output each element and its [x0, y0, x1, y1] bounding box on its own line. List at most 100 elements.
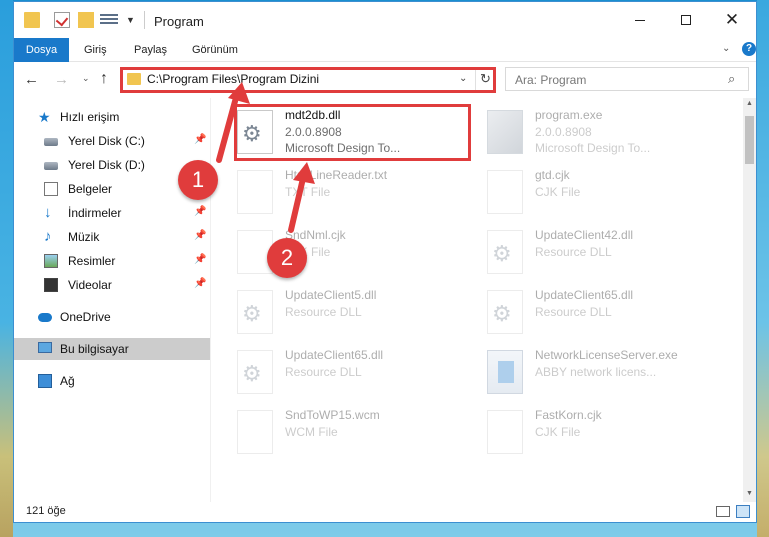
close-button[interactable]: ✕ [709, 2, 755, 38]
sidebar-item-onedrive[interactable]: OneDrive [14, 306, 210, 328]
sidebar-item-videolar[interactable]: Videolar 📌 [14, 274, 210, 296]
file-item[interactable]: SndToWP15.wcm WCM File [233, 404, 473, 460]
file-icon [487, 170, 523, 214]
title-divider [144, 11, 145, 29]
expand-ribbon-icon[interactable]: ⌄ [722, 43, 730, 54]
file-name: FastKorn.cjk [535, 408, 602, 422]
details-view-icon[interactable] [716, 506, 730, 517]
maximize-button[interactable] [663, 2, 709, 38]
tab-gorunum[interactable]: Görünüm [192, 38, 238, 62]
file-item[interactable]: UpdateClient42.dll Resource DLL [483, 224, 723, 280]
scroll-down-icon[interactable]: ▼ [746, 490, 753, 497]
network-icon [38, 374, 52, 388]
tab-dosya[interactable]: Dosya [14, 38, 69, 62]
sidebar-item-label: Yerel Disk (C:) [68, 134, 145, 148]
drive-icon [44, 162, 58, 170]
pin-icon[interactable]: 📌 [194, 278, 206, 289]
properties-check-icon[interactable] [54, 12, 70, 28]
file-item[interactable]: UpdateClient5.dll Resource DLL [233, 284, 473, 340]
file-icon [237, 410, 273, 454]
title-bar: ▼ Program ✕ [14, 2, 756, 38]
sidebar-item-label: Hızlı erişim [60, 110, 120, 124]
minimize-icon [635, 19, 645, 21]
sidebar-item-label: Ağ [60, 374, 75, 388]
up-arrow-icon[interactable]: ↑ [100, 70, 108, 88]
file-name: HtmlLineReader.txt [285, 168, 388, 182]
tab-paylas[interactable]: Paylaş [134, 38, 167, 62]
sidebar-item-resimler[interactable]: Resimler 📌 [14, 250, 210, 272]
dll-file-icon [237, 290, 273, 334]
sidebar-item-label: Yerel Disk (D:) [68, 158, 145, 172]
dll-file-icon [237, 350, 273, 394]
picture-icon [44, 254, 58, 268]
new-folder-icon[interactable] [78, 12, 94, 28]
file-icon [487, 410, 523, 454]
tiles-view-icon[interactable] [736, 505, 750, 518]
search-placeholder[interactable]: Ara: Program [515, 73, 586, 87]
sidebar-item-indirmeler[interactable]: ↓ İndirmeler 📌 [14, 202, 210, 224]
file-type: CJK File [535, 185, 581, 199]
sidebar-item-label: Resimler [68, 254, 116, 268]
desktop-background-left [0, 0, 13, 537]
forward-arrow-icon[interactable]: → [54, 71, 69, 88]
search-icon[interactable]: ⌕ [728, 71, 735, 87]
sidebar-item-label: İndirmeler [68, 206, 122, 220]
quick-access-dropdown-icon[interactable]: ▼ [126, 15, 135, 25]
file-description: ABBY network licens... [535, 365, 657, 379]
file-item[interactable]: gtd.cjk CJK File [483, 164, 723, 220]
sidebar-item-muzik[interactable]: ♪ Müzik 📌 [14, 226, 210, 248]
vertical-scrollbar[interactable]: ▲ ▼ [743, 98, 756, 502]
sidebar-item-label: OneDrive [60, 310, 111, 324]
file-description: Microsoft Design To... [535, 141, 651, 155]
file-type: Resource DLL [535, 245, 612, 259]
pin-icon[interactable]: 📌 [194, 134, 206, 145]
file-item[interactable]: UpdateClient65.dll Resource DLL [483, 284, 723, 340]
sidebar-item-local-disk-c[interactable]: Yerel Disk (C:) 📌 [14, 130, 210, 152]
file-name: SndToWP15.wcm [285, 408, 380, 422]
ribbon-tabs: Dosya Giriş Paylaş Görünüm ⌄ ? [14, 38, 756, 62]
file-item[interactable]: HtmlLineReader.txt TXT File [233, 164, 473, 220]
exe-file-icon [487, 110, 523, 154]
sidebar-item-label: Bu bilgisayar [60, 342, 129, 356]
search-box[interactable]: Ara: Program ⌕ [505, 67, 749, 91]
file-version: 2.0.0.8908 [535, 125, 592, 139]
customize-icon[interactable] [100, 12, 118, 28]
document-icon [44, 182, 58, 196]
folder-icon [24, 12, 40, 28]
sidebar-item-label: Videolar [68, 278, 112, 292]
sidebar-item-network[interactable]: Ağ [14, 370, 210, 392]
file-type: Resource DLL [535, 305, 612, 319]
step-2-badge: 2 [267, 238, 307, 278]
pin-icon[interactable]: 📌 [194, 206, 206, 217]
file-item[interactable]: program.exe 2.0.0.8908 Microsoft Design … [483, 104, 723, 160]
pin-icon[interactable]: 📌 [194, 230, 206, 241]
status-bar: 121 öğe [14, 502, 756, 522]
window-title: Program [154, 14, 204, 29]
pin-icon[interactable]: 📌 [194, 254, 206, 265]
file-item[interactable]: FastKorn.cjk CJK File [483, 404, 723, 460]
back-arrow-icon[interactable]: ← [24, 71, 39, 88]
file-item[interactable]: NetworkLicenseServer.exe ABBY network li… [483, 344, 723, 400]
help-icon[interactable]: ? [742, 42, 756, 56]
scroll-thumb[interactable] [745, 116, 754, 164]
dll-file-icon [487, 290, 523, 334]
explorer-window: ▼ Program ✕ Dosya Giriş Paylaş Görünüm ⌄… [13, 1, 757, 523]
step-1-badge: 1 [178, 160, 218, 200]
navigation-pane: ★ Hızlı erişim Yerel Disk (C:) 📌 Yerel D… [14, 98, 210, 502]
minimize-button[interactable] [617, 2, 663, 38]
file-type: Resource DLL [285, 365, 362, 379]
sidebar-item-quick-access[interactable]: ★ Hızlı erişim [14, 106, 210, 128]
file-item[interactable]: UpdateClient65.dll Resource DLL [233, 344, 473, 400]
video-icon [44, 278, 58, 292]
computer-icon [38, 342, 52, 353]
tab-giris[interactable]: Giriş [84, 38, 107, 62]
recent-locations-dropdown-icon[interactable]: ⌄ [82, 73, 90, 84]
item-count: 121 öğe [26, 505, 66, 517]
text-file-icon [237, 170, 273, 214]
file-type: Resource DLL [285, 305, 362, 319]
address-highlight-box [120, 67, 496, 93]
file-type: WCM File [285, 425, 338, 439]
file-name: UpdateClient42.dll [535, 228, 634, 242]
scroll-up-icon[interactable]: ▲ [746, 100, 753, 107]
sidebar-item-this-pc[interactable]: Bu bilgisayar [14, 338, 210, 360]
